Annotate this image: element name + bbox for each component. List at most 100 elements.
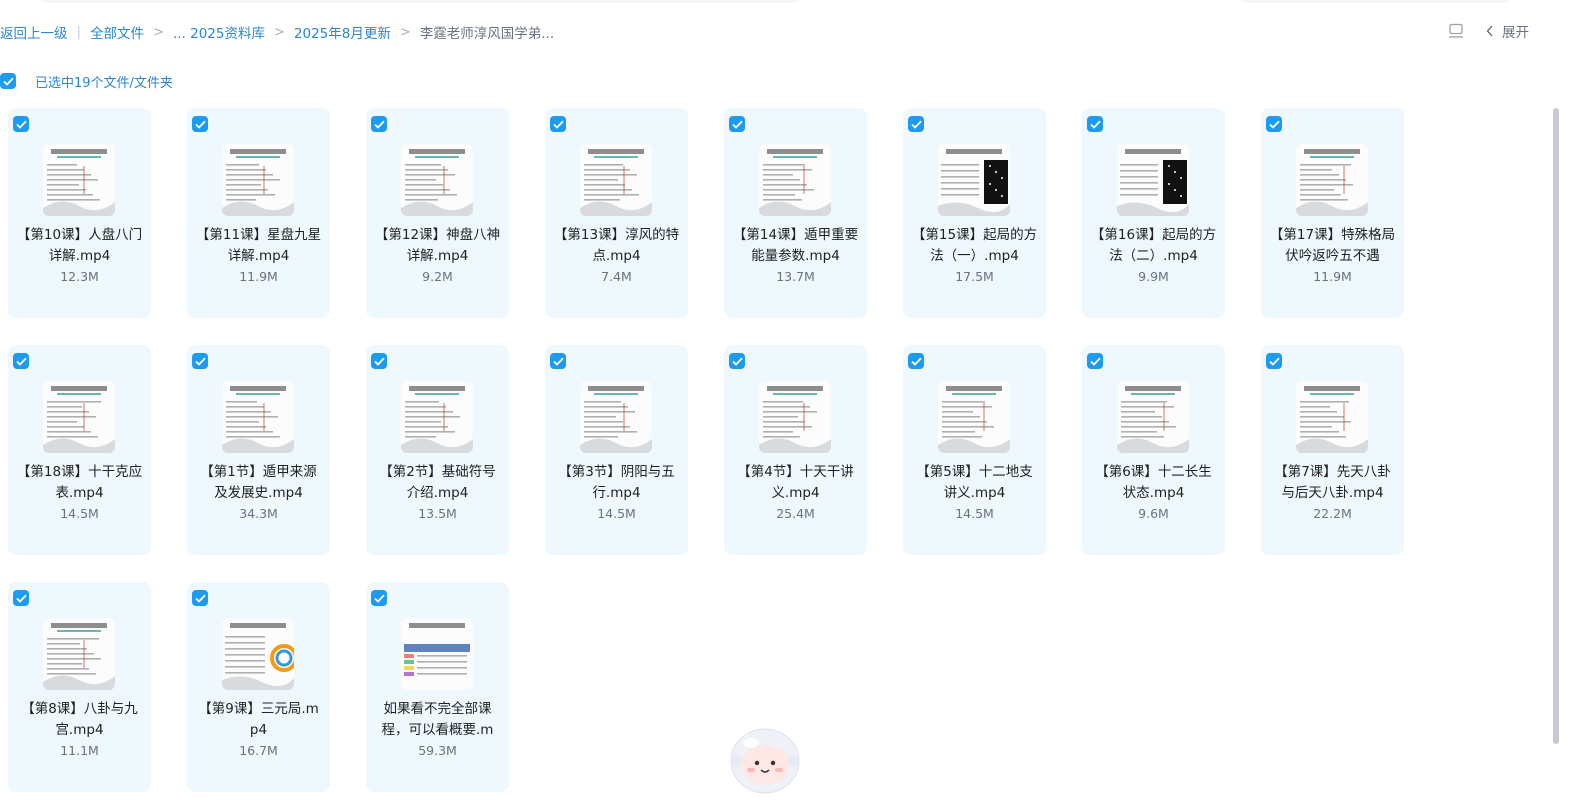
search-bar-remnant: [40, 0, 800, 3]
file-card[interactable]: 【第14课】遁甲重要能量参数.mp4 13.7M: [724, 108, 867, 318]
check-icon: [552, 120, 564, 129]
file-card[interactable]: 【第10课】人盘八门详解.mp4 12.3M: [8, 108, 151, 318]
assistant-mascot[interactable]: [727, 717, 807, 797]
check-icon: [2, 77, 14, 86]
file-card[interactable]: 【第9课】三元局.mp4 16.7M: [187, 582, 330, 792]
file-select-checkbox[interactable]: [729, 116, 745, 132]
file-card[interactable]: 【第11课】星盘九星详解.mp4 11.9M: [187, 108, 330, 318]
file-card[interactable]: 【第3节】阴阳与五行.mp4 14.5M: [545, 345, 688, 555]
file-select-checkbox[interactable]: [192, 353, 208, 369]
file-card[interactable]: 【第5课】十二地支讲义.mp4 14.5M: [903, 345, 1046, 555]
video-thumbnail: [401, 381, 473, 453]
file-name: 如果看不完全部课程，可以看概要.m: [381, 701, 494, 738]
video-thumbnail: [1296, 144, 1368, 216]
file-select-checkbox[interactable]: [192, 590, 208, 606]
select-all-checkbox[interactable]: [0, 73, 16, 89]
file-select-checkbox[interactable]: [371, 590, 387, 606]
file-name: 【第5课】十二地支讲义.mp4: [916, 464, 1033, 501]
file-card[interactable]: 【第1节】遁甲来源及发展史.mp4 34.3M: [187, 345, 330, 555]
toolbar-remnant: [1240, 0, 1510, 3]
file-select-checkbox[interactable]: [13, 116, 29, 132]
panel-toggle-icon[interactable]: [1447, 23, 1465, 39]
check-icon: [731, 357, 743, 366]
selection-count: 已选中19个文件/文件夹: [35, 75, 173, 91]
check-icon: [1268, 357, 1280, 366]
file-card[interactable]: 【第4节】十天干讲义.mp4 25.4M: [724, 345, 867, 555]
file-size: 14.5M: [955, 506, 994, 521]
check-icon: [731, 120, 743, 129]
select-all-row: 已选中19个文件/文件夹: [0, 71, 173, 91]
check-icon: [1268, 120, 1280, 129]
video-thumbnail: [401, 618, 473, 690]
file-select-checkbox[interactable]: [908, 116, 924, 132]
file-select-checkbox[interactable]: [1087, 116, 1103, 132]
breadcrumb-level2[interactable]: 2025年8月更新: [294, 22, 391, 42]
file-name: 【第4节】十天干讲义.mp4: [737, 464, 854, 501]
video-thumbnail: [1117, 144, 1189, 216]
expand-button[interactable]: 展开: [1486, 20, 1529, 42]
file-card[interactable]: 如果看不完全部课程，可以看概要.m 59.3M: [366, 582, 509, 792]
file-name: 【第15课】起局的方法（一）.mp4: [911, 227, 1038, 264]
file-select-checkbox[interactable]: [1266, 353, 1282, 369]
file-size: 17.5M: [955, 269, 994, 284]
file-card[interactable]: 【第18课】十干克应表.mp4 14.5M: [8, 345, 151, 555]
file-select-checkbox[interactable]: [729, 353, 745, 369]
check-icon: [15, 357, 27, 366]
video-thumbnail: [1117, 381, 1189, 453]
file-select-checkbox[interactable]: [371, 353, 387, 369]
breadcrumb-all-files[interactable]: 全部文件: [90, 22, 144, 42]
scrollbar-thumb[interactable]: [1553, 108, 1559, 744]
file-size: 11.1M: [60, 743, 99, 758]
check-icon: [552, 357, 564, 366]
check-icon: [194, 357, 206, 366]
file-size: 9.6M: [1138, 506, 1169, 521]
file-card[interactable]: 【第6课】十二长生状态.mp4 9.6M: [1082, 345, 1225, 555]
file-card[interactable]: 【第12课】神盘八神详解.mp4 9.2M: [366, 108, 509, 318]
file-size: 12.3M: [60, 269, 99, 284]
video-thumbnail: [938, 144, 1010, 216]
file-name: 【第2节】基础符号介绍.mp4: [379, 464, 496, 501]
check-icon: [373, 594, 385, 603]
file-size: 11.9M: [1313, 269, 1352, 284]
video-thumbnail: [580, 144, 652, 216]
check-icon: [910, 120, 922, 129]
file-card[interactable]: 【第13课】淳风的特点.mp4 7.4M: [545, 108, 688, 318]
file-size: 59.3M: [418, 743, 457, 758]
file-name: 【第10课】人盘八门详解.mp4: [16, 227, 143, 264]
file-card[interactable]: 【第8课】八卦与九宫.mp4 11.1M: [8, 582, 151, 792]
file-select-checkbox[interactable]: [1087, 353, 1103, 369]
video-thumbnail: [43, 144, 115, 216]
file-size: 22.2M: [1313, 506, 1352, 521]
video-thumbnail: [222, 144, 294, 216]
file-size: 9.9M: [1138, 269, 1169, 284]
file-card[interactable]: 【第15课】起局的方法（一）.mp4 17.5M: [903, 108, 1046, 318]
file-select-checkbox[interactable]: [550, 353, 566, 369]
file-name: 【第14课】遁甲重要能量参数.mp4: [732, 227, 859, 264]
file-card[interactable]: 【第17课】特殊格局伏吟返吟五不遇 11.9M: [1261, 108, 1404, 318]
file-select-checkbox[interactable]: [908, 353, 924, 369]
breadcrumb-divider: |: [76, 24, 82, 40]
file-select-checkbox[interactable]: [13, 353, 29, 369]
file-size: 9.2M: [422, 269, 453, 284]
file-select-checkbox[interactable]: [13, 590, 29, 606]
breadcrumb-level1[interactable]: ... 2025资料库: [173, 22, 265, 42]
file-size: 14.5M: [60, 506, 99, 521]
back-link[interactable]: 返回上一级: [0, 22, 68, 42]
file-name: 【第6课】十二长生状态.mp4: [1095, 464, 1212, 501]
video-thumbnail: [1296, 381, 1368, 453]
file-size: 13.7M: [776, 269, 815, 284]
file-select-checkbox[interactable]: [550, 116, 566, 132]
file-card[interactable]: 【第7课】先天八卦与后天八卦.mp4 22.2M: [1261, 345, 1404, 555]
file-card[interactable]: 【第16课】起局的方法（二）.mp4 9.9M: [1082, 108, 1225, 318]
check-icon: [373, 120, 385, 129]
chevron-right-icon: >: [399, 24, 411, 40]
file-select-checkbox[interactable]: [371, 116, 387, 132]
video-thumbnail: [43, 381, 115, 453]
file-name: 【第3节】阴阳与五行.mp4: [558, 464, 675, 501]
file-select-checkbox[interactable]: [192, 116, 208, 132]
file-name: 【第17课】特殊格局伏吟返吟五不遇: [1269, 227, 1396, 264]
file-card[interactable]: 【第2节】基础符号介绍.mp4 13.5M: [366, 345, 509, 555]
file-select-checkbox[interactable]: [1266, 116, 1282, 132]
file-grid: 【第10课】人盘八门详解.mp4 12.3M 【第11课】星盘九星详解.mp4 11.…: [8, 108, 1408, 792]
check-icon: [194, 594, 206, 603]
